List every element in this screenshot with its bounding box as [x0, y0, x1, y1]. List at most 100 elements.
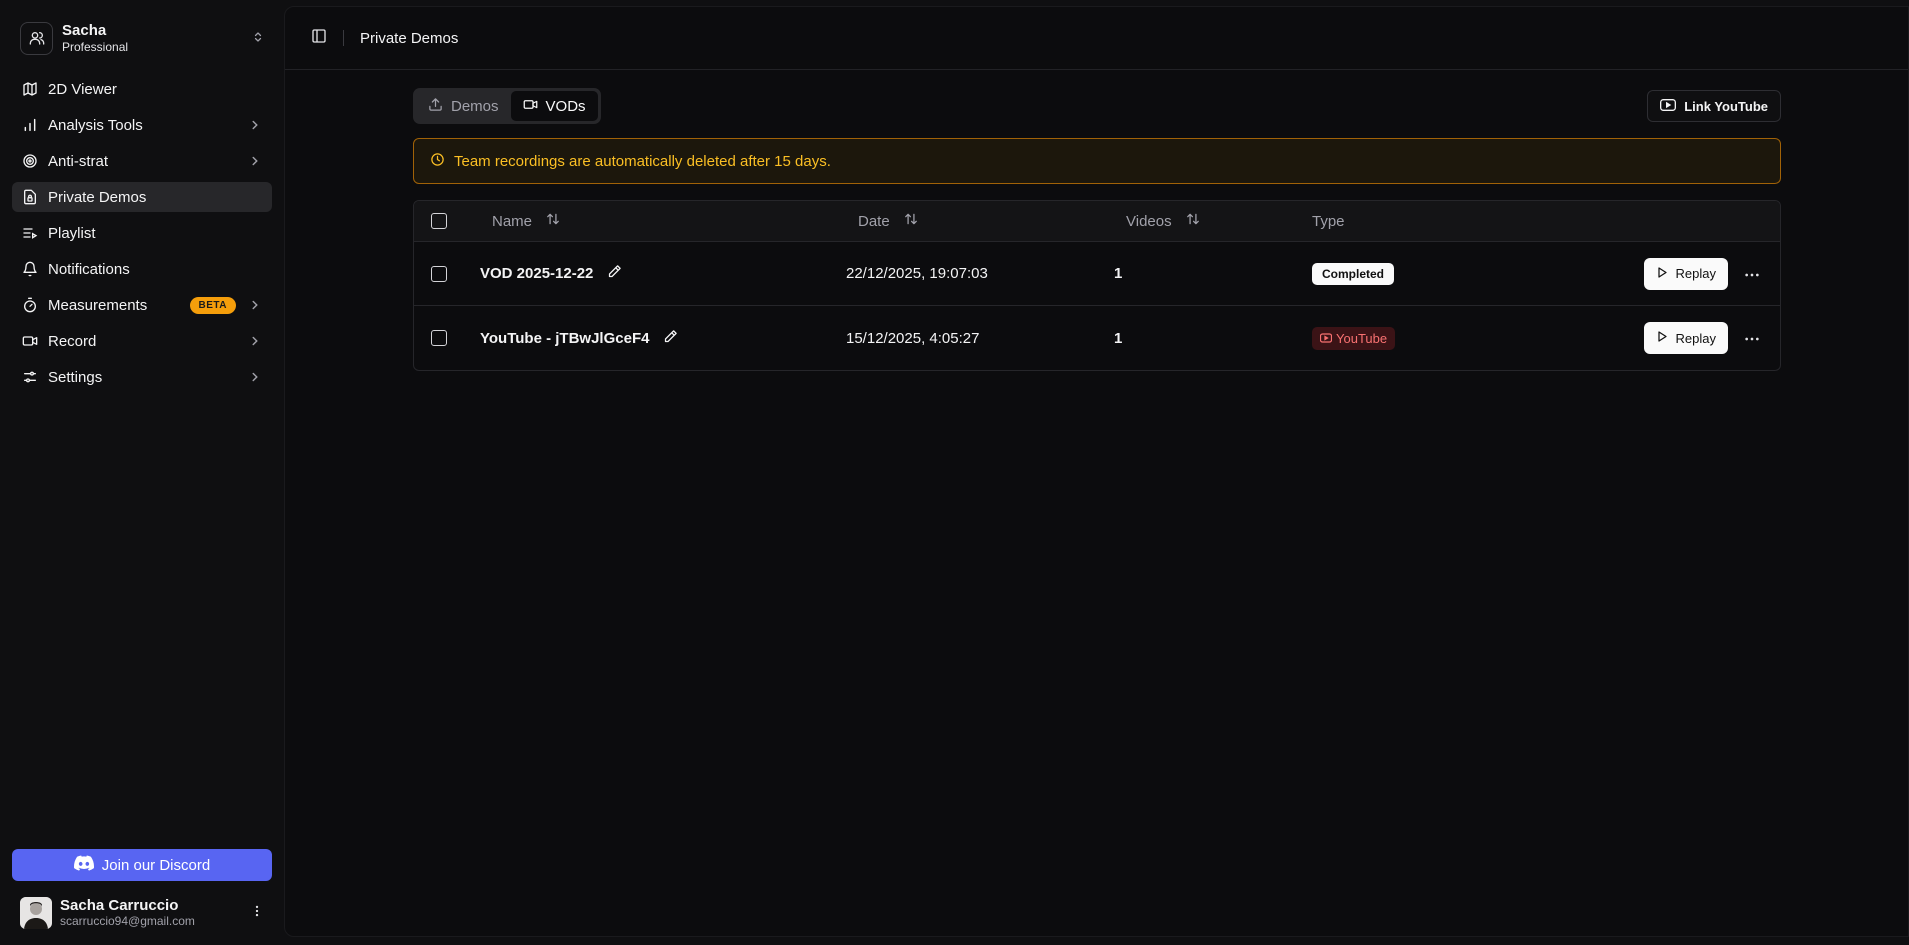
table-header: Name Date Videos Type — [414, 201, 1780, 242]
join-discord-button[interactable]: Join our Discord — [12, 849, 272, 881]
list-play-icon — [22, 225, 38, 241]
more-horizontal-icon[interactable] — [1744, 265, 1760, 283]
table-row[interactable]: YouTube - jTBwJlGceF4 15/12/2025, 4:05:2… — [414, 306, 1780, 370]
pencil-icon[interactable] — [607, 264, 622, 283]
table-row[interactable]: VOD 2025-12-22 22/12/2025, 19:07:03 1 Co… — [414, 242, 1780, 306]
vods-table: Name Date Videos Type VOD 2025-12-22 22/… — [413, 200, 1781, 371]
sidebar-item-label: Anti-strat — [48, 152, 109, 170]
chevron-right-icon — [248, 298, 262, 312]
discord-icon — [73, 855, 102, 875]
column-header-type: Type — [1312, 213, 1630, 230]
vod-name: VOD 2025-12-22 — [480, 265, 594, 282]
sidebar-item-notifications[interactable]: Notifications — [12, 254, 272, 284]
sidebar-item-label: Settings — [48, 368, 103, 386]
map-icon — [22, 81, 38, 97]
youtube-icon — [1660, 98, 1684, 115]
topbar-divider — [343, 30, 344, 46]
main-panel: Private Demos Demos VODs Link YouTube Te… — [284, 6, 1909, 937]
sliders-icon — [22, 369, 38, 385]
bell-icon — [22, 261, 38, 277]
vod-video-count: 1 — [1114, 265, 1123, 282]
sidebar-item-label: Private Demos — [48, 188, 147, 206]
more-horizontal-icon[interactable] — [1744, 329, 1760, 347]
sidebar-item-measurements[interactable]: Measurements BETA — [12, 290, 272, 320]
topbar: Private Demos — [285, 7, 1908, 70]
team-plan: Professional — [62, 40, 129, 54]
chevron-right-icon — [248, 154, 262, 168]
replay-label: Replay — [1675, 330, 1716, 346]
user-menu[interactable]: Sacha Carruccio scarruccio94@gmail.com — [12, 889, 272, 937]
status-badge: Completed — [1312, 262, 1395, 285]
join-discord-label: Join our Discord — [101, 856, 211, 874]
row-checkbox[interactable] — [431, 330, 447, 346]
link-youtube-button[interactable]: Link YouTube — [1647, 90, 1781, 122]
tab-demos[interactable]: Demos — [416, 91, 511, 121]
replay-button[interactable]: Replay — [1643, 257, 1728, 290]
team-name: Sacha — [62, 22, 107, 39]
column-header-label: Name — [492, 212, 533, 230]
toolbar: Demos VODs Link YouTube — [413, 88, 1781, 124]
replay-label: Replay — [1675, 266, 1716, 281]
vod-date: 15/12/2025, 4:05:27 — [846, 329, 980, 347]
chevron-right-icon — [248, 370, 262, 384]
page-title: Private Demos — [360, 29, 459, 47]
replay-button[interactable]: Replay — [1643, 322, 1728, 354]
sidebar-item-label: Record — [48, 332, 97, 350]
select-all-checkbox[interactable] — [431, 213, 447, 229]
youtube-icon — [1319, 331, 1336, 346]
tabs: Demos VODs — [413, 88, 601, 124]
column-header-videos[interactable]: Videos — [1114, 212, 1312, 230]
sidebar-item-anti-strat[interactable]: Anti-strat — [12, 146, 272, 176]
column-header-label: Type — [1312, 212, 1345, 230]
tab-vods[interactable]: VODs — [510, 91, 598, 121]
sidebar-item-playlist[interactable]: Playlist — [12, 218, 272, 248]
alert-text: Team recordings are automatically delete… — [454, 152, 831, 170]
more-vertical-icon[interactable] — [250, 903, 264, 924]
sidebar-nav: 2D Viewer Analysis Tools Anti-strat Priv… — [12, 74, 272, 392]
play-icon — [1656, 266, 1676, 282]
sidebar-item-2d-viewer[interactable]: 2D Viewer — [12, 74, 272, 104]
vod-video-count: 1 — [1114, 329, 1123, 347]
sort-icon — [1186, 212, 1200, 230]
team-switcher[interactable]: Sacha Professional — [12, 12, 272, 64]
chevron-right-icon — [248, 118, 262, 132]
user-email: scarruccio94@gmail.com — [60, 914, 195, 928]
target-icon — [22, 153, 38, 169]
user-name: Sacha Carruccio — [60, 897, 179, 914]
tab-label: VODs — [545, 97, 586, 115]
file-lock-icon — [22, 189, 38, 205]
vod-name: YouTube - jTBwJlGceF4 — [480, 329, 650, 347]
chevron-right-icon — [248, 334, 262, 348]
sidebar-item-label: Notifications — [48, 260, 130, 278]
sidebar: Sacha Professional 2D Viewer Analysis To… — [0, 0, 284, 945]
link-youtube-label: Link YouTube — [1684, 98, 1768, 114]
users-icon — [20, 21, 53, 55]
sidebar-item-label: 2D Viewer — [48, 80, 117, 98]
play-icon — [1656, 330, 1676, 346]
sidebar-item-settings[interactable]: Settings — [12, 362, 272, 392]
beta-badge: BETA — [189, 296, 236, 314]
sidebar-item-analysis-tools[interactable]: Analysis Tools — [12, 110, 272, 140]
pencil-icon[interactable] — [663, 329, 678, 348]
clock-icon — [430, 152, 454, 171]
tab-label: Demos — [451, 97, 499, 115]
youtube-badge: YouTube — [1312, 326, 1396, 350]
avatar — [20, 897, 52, 929]
content: Demos VODs Link YouTube Team recordings … — [413, 88, 1781, 371]
column-header-label: Videos — [1126, 212, 1172, 230]
sidebar-toggle-icon[interactable] — [311, 28, 327, 49]
upload-icon — [428, 97, 451, 116]
column-header-date[interactable]: Date — [846, 212, 1114, 230]
youtube-badge-label: YouTube — [1336, 330, 1388, 346]
sidebar-item-private-demos[interactable]: Private Demos — [12, 182, 272, 212]
vod-date: 22/12/2025, 19:07:03 — [846, 265, 988, 282]
video-icon — [22, 333, 38, 349]
retention-alert: Team recordings are automatically delete… — [413, 138, 1781, 184]
row-checkbox[interactable] — [431, 265, 447, 282]
sidebar-item-label: Playlist — [48, 224, 96, 242]
column-header-name[interactable]: Name — [480, 212, 846, 230]
sidebar-item-record[interactable]: Record — [12, 326, 272, 356]
sort-icon — [546, 212, 560, 230]
video-icon — [523, 97, 546, 116]
chevrons-up-down-icon — [252, 30, 264, 47]
